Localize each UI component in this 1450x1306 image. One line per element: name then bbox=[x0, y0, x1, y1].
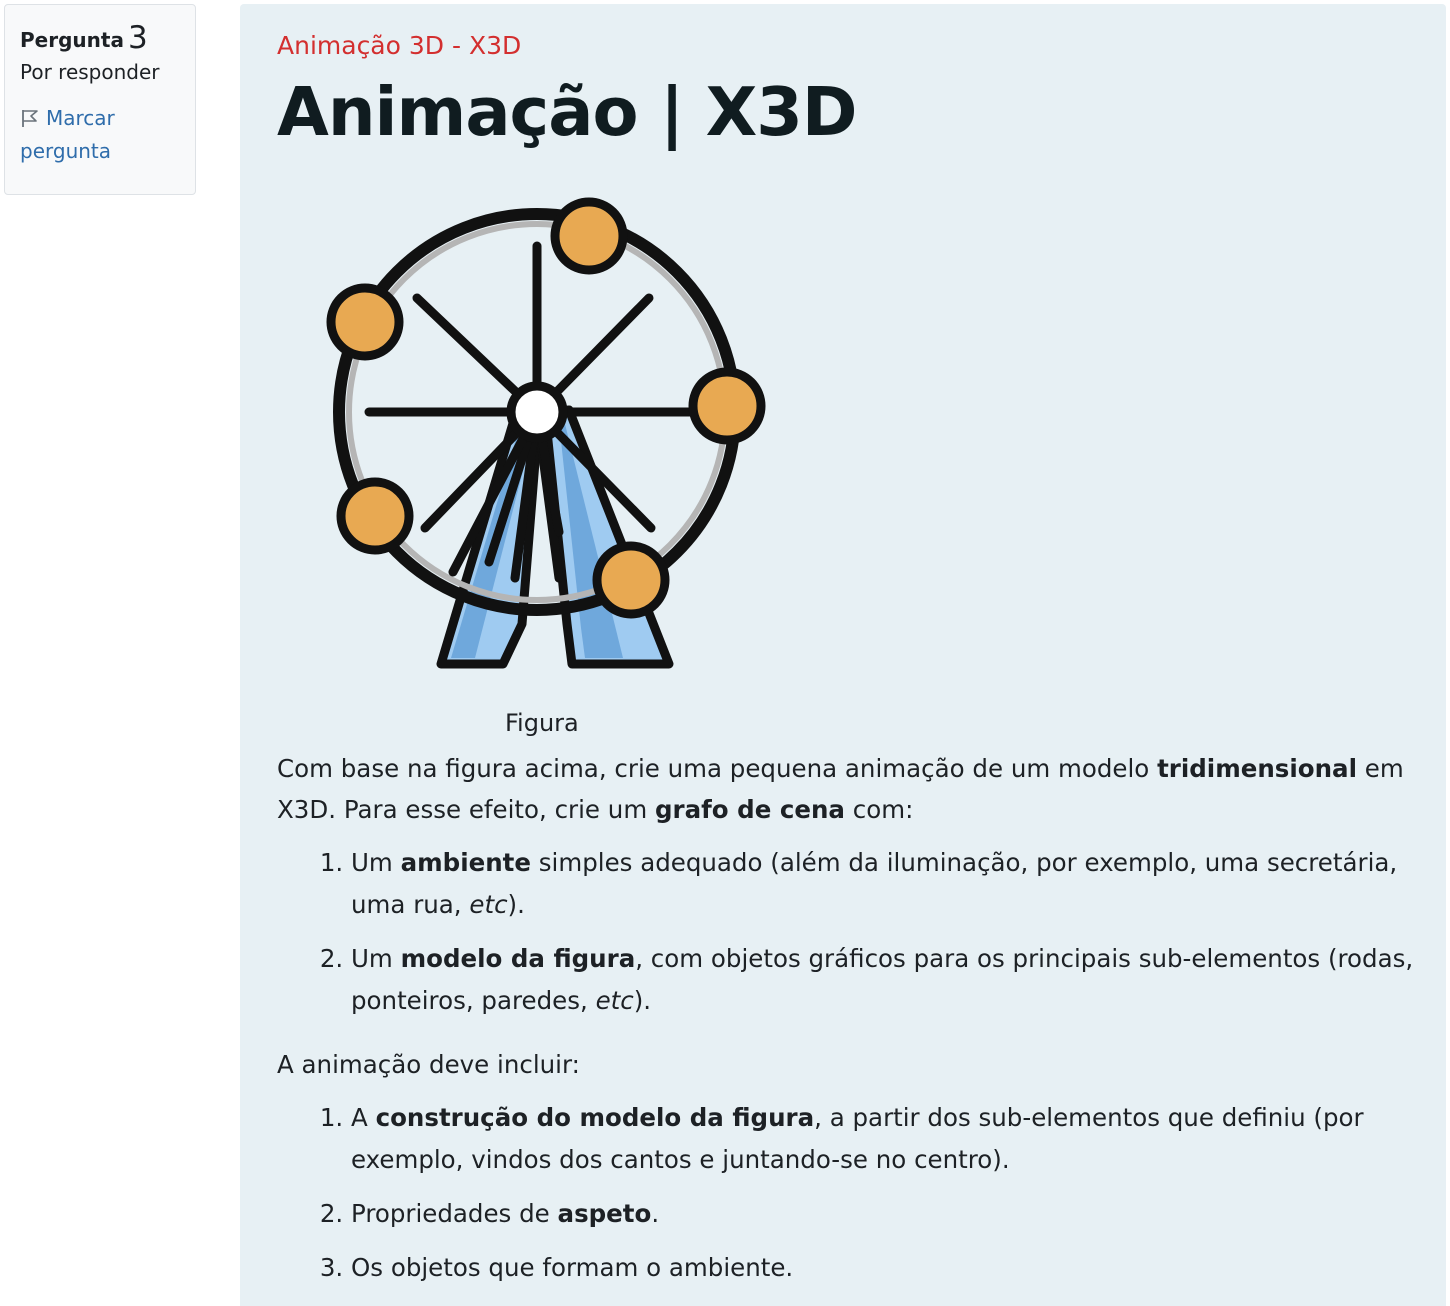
text-run: Os objetos que formam o ambiente. bbox=[351, 1253, 794, 1282]
text-run: Com base na figura acima, crie uma peque… bbox=[277, 754, 1158, 783]
text-run: Propriedades de bbox=[351, 1199, 558, 1228]
text-run: Um bbox=[351, 944, 401, 973]
list-item: Um modelo da figura, com objetos gráfico… bbox=[351, 938, 1417, 1022]
animation-list: A construção do modelo da figura, a part… bbox=[277, 1097, 1417, 1289]
scene-graph-list: Um ambiente simples adequado (além da il… bbox=[277, 842, 1417, 1022]
question-state: Por responder bbox=[20, 60, 160, 84]
text-run: com: bbox=[844, 795, 914, 824]
text-run: . bbox=[651, 1199, 660, 1228]
question-label: Pergunta bbox=[20, 28, 124, 52]
bold-text: grafo de cena bbox=[654, 795, 845, 824]
flag-icon bbox=[22, 110, 38, 127]
flag-question-link[interactable]: Marcar pergunta bbox=[20, 102, 170, 168]
bold-text: construção do modelo da figura bbox=[375, 1103, 815, 1132]
bold-text: tridimensional bbox=[1157, 754, 1357, 783]
list-item: Propriedades de aspeto. bbox=[351, 1193, 1417, 1235]
text-run: ). bbox=[633, 986, 652, 1015]
italic-text: etc bbox=[469, 890, 508, 919]
text-run: ). bbox=[507, 890, 525, 919]
ferris-wheel-icon bbox=[326, 197, 766, 669]
intro-paragraph: Com base na figura acima, crie uma peque… bbox=[277, 748, 1417, 830]
bold-text: aspeto bbox=[557, 1199, 652, 1228]
question-info-panel: Pergunta 3 Por responder Marcar pergunta bbox=[4, 4, 196, 195]
figure-caption: Figura bbox=[505, 709, 579, 737]
question-subtitle: Animação 3D - X3D bbox=[277, 31, 522, 60]
bold-text: modelo da figura bbox=[400, 944, 636, 973]
list-item: Um ambiente simples adequado (além da il… bbox=[351, 842, 1417, 926]
question-text: Com base na figura acima, crie uma peque… bbox=[277, 748, 1417, 1301]
question-number: 3 bbox=[127, 20, 148, 56]
text-run: A bbox=[351, 1103, 376, 1132]
question-title: Animação | X3D bbox=[277, 73, 858, 151]
bold-text: ambiente bbox=[400, 848, 531, 877]
text-run: Um bbox=[351, 848, 401, 877]
animation-paragraph: A animação deve incluir: bbox=[277, 1050, 580, 1079]
question-number-line: Pergunta 3 bbox=[20, 19, 195, 56]
italic-text: etc bbox=[595, 986, 634, 1015]
list-item: A construção do modelo da figura, a part… bbox=[351, 1097, 1417, 1181]
question-content: Animação 3D - X3D Animação | X3D Figura … bbox=[240, 4, 1446, 1306]
list-item: Os objetos que formam o ambiente. bbox=[351, 1247, 1417, 1289]
